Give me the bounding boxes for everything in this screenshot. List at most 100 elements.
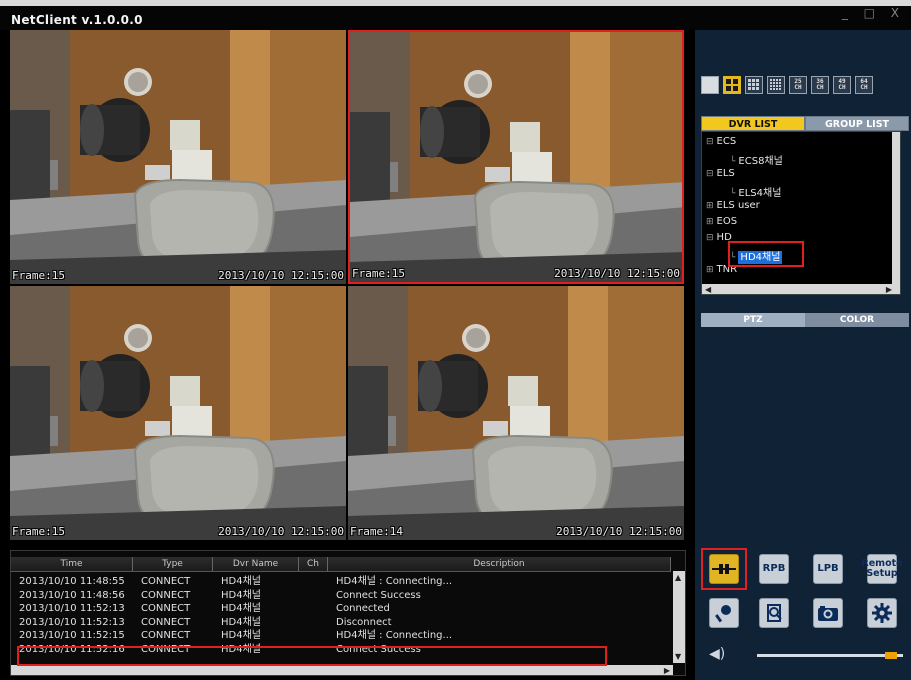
scroll-left-icon[interactable]: ◀ — [705, 285, 711, 294]
log-time: 2013/10/10 11:52:13 — [19, 603, 125, 615]
log-description: HD4채널 : Connecting... — [336, 630, 453, 642]
rpb-button[interactable]: RPB — [759, 554, 789, 584]
tree-node-els4[interactable]: └ ELS4채널 — [730, 184, 781, 199]
scroll-right-icon[interactable]: ▶ — [664, 666, 670, 675]
log-type: CONNECT — [141, 630, 191, 642]
log-description: Connect Success — [336, 589, 421, 601]
tree-node-ecs[interactable]: ⊟ ECS — [706, 136, 736, 147]
layout-4ch-button[interactable] — [723, 76, 741, 94]
frame-counter: Frame:15 — [352, 267, 405, 280]
log-dvr-name: HD4채널 — [221, 630, 261, 642]
gear-icon — [872, 603, 892, 623]
tab-group-list[interactable]: GROUP LIST — [805, 116, 909, 131]
microphone-button[interactable] — [709, 598, 739, 628]
tab-color[interactable]: COLOR — [805, 313, 909, 327]
log-ch — [299, 629, 328, 643]
speaker-icon[interactable]: ◀) — [709, 646, 725, 662]
log-col-ch[interactable]: Ch — [299, 557, 328, 571]
expand-icon[interactable]: ⊞ — [706, 217, 714, 227]
tab-ptz[interactable]: PTZ — [701, 313, 805, 327]
collapse-icon[interactable]: ⊟ — [706, 169, 714, 179]
list-tabs: DVR LIST GROUP LIST — [701, 116, 909, 131]
tree-node-ecs8[interactable]: └ ECS8채널 — [730, 152, 783, 167]
log-type: CONNECT — [141, 589, 191, 601]
scroll-down-icon[interactable]: ▼ — [675, 652, 681, 661]
tree-vertical-scrollbar[interactable] — [892, 132, 900, 284]
log-row[interactable]: 2013/10/10 11:48:56 CONNECT HD4채널 Connect S… — [11, 589, 671, 603]
log-col-description[interactable]: Description — [328, 557, 671, 571]
log-time: 2013/10/10 11:52:13 — [19, 616, 125, 628]
lpb-button[interactable]: LPB — [813, 554, 843, 584]
layout-64ch-button[interactable]: 64 CH — [855, 76, 873, 94]
log-dvr-name: HD4채널 — [221, 603, 261, 615]
log-time: 2013/10/10 11:48:56 — [19, 589, 125, 601]
settings-button[interactable] — [867, 598, 897, 628]
remote-setup-button[interactable]: Remote Setup — [861, 554, 903, 584]
log-row-highlight — [17, 646, 607, 666]
log-col-type[interactable]: Type — [133, 557, 213, 571]
camera-feed-image — [350, 32, 682, 282]
tree-node-label: ECS — [716, 136, 737, 147]
log-vertical-scrollbar[interactable]: ▲ ▼ — [673, 571, 685, 663]
grid-16-icon — [770, 79, 781, 90]
event-log: Time Type Dvr Name Ch Description 2013/1… — [10, 550, 686, 676]
video-tile[interactable]: Frame:15 2013/10/10 12:15:00 — [348, 30, 684, 284]
tree-node-eos[interactable]: ⊞ EOS — [706, 216, 737, 227]
tree-horizontal-scrollbar[interactable]: ◀ ▶ — [702, 284, 900, 294]
tree-node-label: ECS8채널 — [738, 156, 783, 167]
tree-node-els[interactable]: ⊟ ELS — [706, 168, 735, 179]
layout-36ch-button[interactable]: 36 CH — [811, 76, 829, 94]
log-row[interactable]: 2013/10/10 11:52:15 CONNECT HD4채널 HD4채널 : C… — [11, 629, 671, 643]
expand-icon[interactable]: ⊞ — [706, 265, 714, 275]
connect-button-highlight — [701, 548, 747, 590]
volume-slider-handle[interactable] — [885, 652, 898, 659]
tree-node-label: ELS — [716, 168, 735, 179]
control-panel: 25 CH 36 CH 49 CH 64 CH DVR LIST GROUP L… — [695, 30, 911, 680]
video-tile[interactable]: Frame:15 2013/10/10 12:15:00 — [10, 286, 346, 540]
layout-9ch-button[interactable] — [745, 76, 763, 94]
scroll-right-icon[interactable]: ▶ — [886, 285, 892, 294]
search-button[interactable] — [759, 598, 789, 628]
log-row[interactable]: 2013/10/10 11:52:13 CONNECT HD4채널 Connected — [11, 602, 671, 616]
collapse-icon[interactable]: ⊟ — [706, 137, 714, 147]
tab-dvr-list[interactable]: DVR LIST — [701, 116, 805, 131]
tree-branch-icon: └ — [730, 189, 736, 199]
snapshot-button[interactable] — [813, 598, 843, 628]
video-timestamp: 2013/10/10 12:15:00 — [218, 525, 344, 538]
log-col-time[interactable]: Time — [11, 557, 133, 571]
log-col-dvr-name[interactable]: Dvr Name — [213, 557, 299, 571]
video-timestamp: 2013/10/10 12:15:00 — [218, 269, 344, 282]
video-tile[interactable]: Frame:15 2013/10/10 12:15:00 — [10, 30, 346, 284]
log-horizontal-scrollbar[interactable]: ▶ — [11, 665, 673, 675]
log-type: CONNECT — [141, 603, 191, 615]
layout-49ch-button[interactable]: 49 CH — [833, 76, 851, 94]
log-row[interactable]: 2013/10/10 11:48:55 CONNECT HD4채널 HD4채널 : C… — [11, 575, 671, 589]
tree-selection-highlight — [728, 241, 804, 267]
scroll-up-icon[interactable]: ▲ — [675, 573, 681, 582]
camera-icon — [818, 606, 838, 621]
layout-1ch-button[interactable] — [701, 76, 719, 94]
camera-feed-image — [348, 286, 684, 540]
camera-feed-image — [10, 286, 346, 540]
video-timestamp: 2013/10/10 12:15:00 — [556, 525, 682, 538]
log-dvr-name: HD4채널 — [221, 616, 261, 628]
log-row[interactable]: 2013/10/10 11:52:13 CONNECT HD4채널 Disconnec… — [11, 616, 671, 630]
window-controls[interactable]: _ □ X — [842, 6, 905, 20]
layout-16ch-button[interactable] — [767, 76, 785, 94]
app-title: NetClient v.1.0.0.0 — [11, 13, 143, 27]
frame-counter: Frame:15 — [12, 269, 65, 282]
grid-9-icon — [748, 79, 759, 90]
log-description: Disconnect — [336, 616, 392, 628]
log-header: Time Type Dvr Name Ch Description — [11, 557, 671, 572]
volume-slider[interactable] — [757, 654, 903, 657]
title-bar: NetClient v.1.0.0.0 _ □ X — [0, 0, 911, 30]
tree-node-els-user[interactable]: ⊞ ELS user — [706, 200, 760, 211]
log-rows: 2013/10/10 11:48:55 CONNECT HD4채널 HD4채널 : C… — [11, 575, 671, 657]
log-time: 2013/10/10 11:48:55 — [19, 576, 125, 587]
layout-25ch-button[interactable]: 25 CH — [789, 76, 807, 94]
expand-icon[interactable]: ⊞ — [706, 201, 714, 211]
video-grid: Frame:15 2013/10/10 12:15:00 Frame:15 2013… — [10, 30, 686, 542]
video-tile[interactable]: Frame:14 2013/10/10 12:15:00 — [348, 286, 684, 540]
collapse-icon[interactable]: ⊟ — [706, 233, 714, 243]
microphone-icon — [715, 605, 731, 623]
